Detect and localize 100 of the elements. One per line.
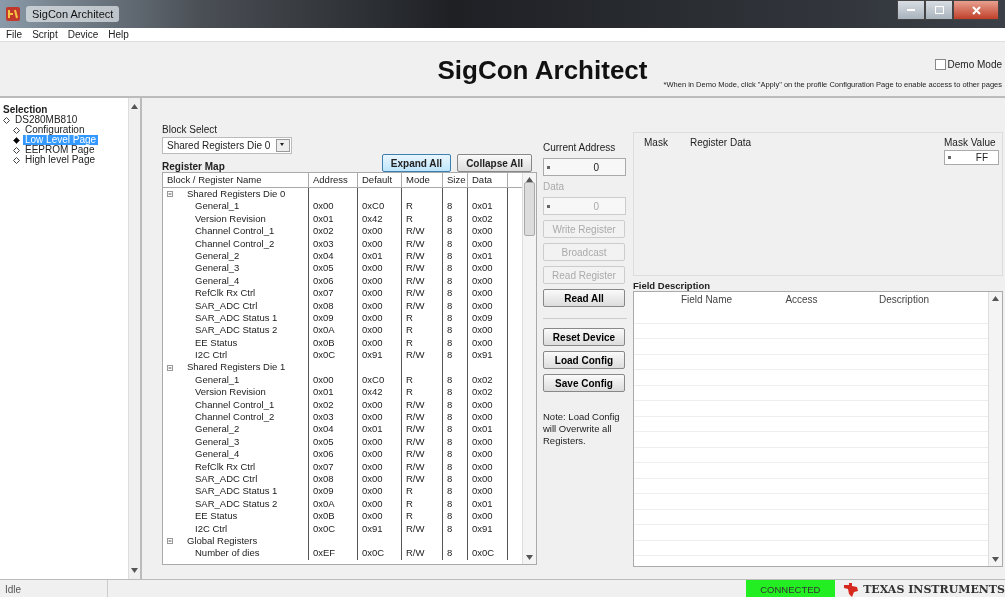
- table-cell: 0xC0: [358, 373, 402, 387]
- register-name: I2C Ctrl: [163, 522, 309, 535]
- scroll-up-icon[interactable]: [992, 296, 999, 301]
- table-cell: 8: [443, 237, 468, 250]
- table-cell: 0x0C: [309, 522, 358, 535]
- table-cell: 0x00: [309, 373, 358, 387]
- table-cell: 0x06: [309, 448, 358, 461]
- menu-item[interactable]: File: [6, 28, 23, 41]
- table-cell: 0x00: [358, 448, 402, 461]
- table-cell: R: [402, 386, 443, 399]
- register-name: Number of dies: [163, 547, 309, 560]
- table-cell: R: [402, 324, 443, 337]
- toolbar-button[interactable]: Expand All: [381, 154, 452, 172]
- table-cell: 0x00: [468, 448, 508, 461]
- table-cell: R/W: [402, 460, 443, 473]
- field-label: Data: [543, 181, 566, 192]
- action-button[interactable]: Load Config: [543, 351, 625, 369]
- tree-item[interactable]: DS280MB810: [13, 115, 80, 125]
- table-cell: 0x09: [309, 311, 358, 325]
- table-cell: 0x08: [309, 299, 358, 312]
- column-header[interactable]: Block / Register Name: [163, 173, 309, 187]
- column-header[interactable]: Address: [309, 173, 358, 187]
- menu-item[interactable]: Script: [32, 28, 58, 41]
- table-cell: 8: [443, 262, 468, 275]
- close-icon[interactable]: [971, 5, 981, 15]
- column-header[interactable]: Size: [443, 173, 468, 187]
- close-button[interactable]: [953, 0, 999, 20]
- block-select-dropdown[interactable]: Shared Registers Die 0: [162, 137, 292, 154]
- table-cell: 8: [443, 398, 468, 412]
- table-cell: 0x01: [468, 249, 508, 263]
- spinner-icon[interactable]: [547, 165, 550, 169]
- table-cell: 8: [443, 497, 468, 511]
- collapse-icon[interactable]: [167, 191, 173, 198]
- column-header[interactable]: Mode: [402, 173, 443, 187]
- field-label: Current Address: [543, 142, 617, 153]
- action-button[interactable]: Read All: [543, 289, 625, 307]
- column-header[interactable]: Data: [468, 173, 508, 187]
- action-button[interactable]: Reset Device: [543, 328, 625, 346]
- column-header: Mask: [644, 137, 668, 150]
- table-cell: R/W: [402, 225, 443, 238]
- action-button[interactable]: Save Config: [543, 374, 625, 392]
- minimize-button[interactable]: [897, 0, 925, 20]
- table-cell: 0x0C: [309, 349, 358, 362]
- table-cell: 0x00: [309, 200, 358, 213]
- register-name: Version Revision: [163, 386, 309, 399]
- table-cell: 8: [443, 473, 468, 486]
- menu-item[interactable]: Device: [67, 28, 99, 41]
- table-cell: 8: [443, 485, 468, 498]
- collapse-icon[interactable]: [167, 364, 173, 371]
- table-cell: R: [402, 311, 443, 325]
- scroll-down-icon[interactable]: [131, 568, 138, 573]
- table-cell: 0x00: [468, 262, 508, 275]
- scroll-down-icon[interactable]: [526, 555, 533, 560]
- menu-item[interactable]: Help: [108, 28, 129, 41]
- collapse-icon[interactable]: [167, 538, 173, 545]
- table-cell: 0x00: [358, 497, 402, 511]
- mask-value-field[interactable]: FF: [944, 150, 999, 165]
- table-cell: 0x00: [358, 411, 402, 424]
- table-cell: R/W: [402, 349, 443, 362]
- table-cell: R: [402, 373, 443, 387]
- table-cell: 8: [443, 200, 468, 213]
- register-name: RefClk Rx Ctrl: [163, 460, 309, 473]
- register-name: I2C Ctrl: [163, 349, 309, 362]
- tree-item[interactable]: EEPROM Page: [23, 145, 97, 155]
- brand-name: TEXAS INSTRUMENTS: [863, 583, 1005, 596]
- table-cell: 0x07: [309, 287, 358, 300]
- column-header[interactable]: Description: [824, 292, 984, 308]
- config-note: Note: Load Config will Overwrite all Registers.: [543, 411, 621, 447]
- table-cell: 8: [443, 287, 468, 300]
- column-header[interactable]: Field Name: [634, 292, 779, 308]
- scroll-thumb[interactable]: [524, 182, 535, 236]
- column-header[interactable]: Default: [358, 173, 402, 187]
- table-cell: 0x01: [468, 497, 508, 511]
- register-name: Channel Control_1: [163, 225, 309, 238]
- tree-item[interactable]: Configuration: [23, 125, 87, 135]
- address-field[interactable]: 0: [543, 158, 626, 176]
- table-cell: R/W: [402, 237, 443, 250]
- table-cell: 0x91: [358, 349, 402, 362]
- table-cell: R: [402, 497, 443, 511]
- scroll-up-icon[interactable]: [131, 104, 138, 109]
- table-cell: 0x02: [309, 225, 358, 238]
- table-cell: R: [402, 485, 443, 498]
- table-cell: 0x02: [468, 386, 508, 399]
- table-cell: R/W: [402, 299, 443, 312]
- table-cell: 0x00: [468, 274, 508, 288]
- table-cell: 0x01: [358, 249, 402, 263]
- register-name: SAR_ADC Status 1: [163, 311, 309, 325]
- column-header[interactable]: Access: [779, 292, 824, 308]
- tree-item[interactable]: High level Page: [23, 155, 98, 165]
- toolbar-button[interactable]: Collapse All: [457, 154, 532, 172]
- table-cell: 0x00: [358, 311, 402, 325]
- demo-mode-checkbox[interactable]: [934, 59, 946, 70]
- scroll-down-icon[interactable]: [992, 557, 999, 562]
- table-cell: 0x01: [468, 200, 508, 213]
- table-cell: R/W: [402, 473, 443, 486]
- tree-node-icon: [13, 146, 20, 154]
- table-cell: 0x01: [309, 386, 358, 399]
- register-name: SAR_ADC Ctrl: [163, 299, 309, 312]
- maximize-button[interactable]: [925, 0, 953, 20]
- table-cell: 8: [443, 212, 468, 226]
